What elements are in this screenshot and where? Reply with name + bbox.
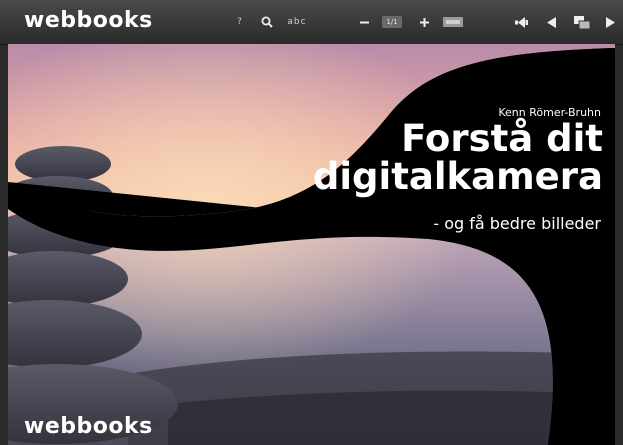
toolbar: webbooks ? abc 1/1 [0, 0, 623, 45]
brand-logo: webbooks [24, 8, 153, 33]
cover-photo [8, 44, 615, 445]
help-icon: ? [237, 17, 243, 27]
book-subtitle: - og få bedre billeder [433, 214, 601, 233]
page-indicator-label: 1/1 [382, 16, 402, 28]
previous-page-button[interactable] [543, 0, 559, 44]
book-title-line2: digitalkamera [312, 155, 603, 198]
arrow-right-icon [605, 16, 615, 28]
page-indicator: 1/1 [380, 0, 404, 44]
zoom-out-button[interactable] [356, 0, 372, 44]
minus-icon [359, 21, 369, 23]
page-overview-button[interactable] [570, 0, 594, 44]
zoom-in-button[interactable] [416, 0, 432, 44]
arrow-left-icon [546, 16, 556, 28]
plus-icon [419, 17, 429, 27]
publisher-logo: webbooks [24, 414, 153, 439]
text-search-icon: abc [287, 17, 307, 27]
text-search-button[interactable]: abc [284, 0, 310, 44]
first-page-button[interactable] [512, 0, 530, 44]
next-page-button[interactable] [602, 0, 618, 44]
zoom-search-button[interactable] [258, 0, 276, 44]
fit-page-icon [443, 17, 463, 27]
book-title: Forstå dit digitalkamera [313, 120, 603, 196]
help-button[interactable]: ? [232, 0, 248, 44]
book-title-line1: Forstå dit [401, 117, 603, 160]
fit-page-button[interactable] [440, 0, 466, 44]
first-page-icon [514, 16, 528, 28]
magnifier-icon [261, 16, 273, 28]
book-cover-page[interactable]: Kenn Römer-Bruhn Forstå dit digitalkamer… [8, 44, 615, 445]
page-overview-icon [574, 15, 590, 29]
